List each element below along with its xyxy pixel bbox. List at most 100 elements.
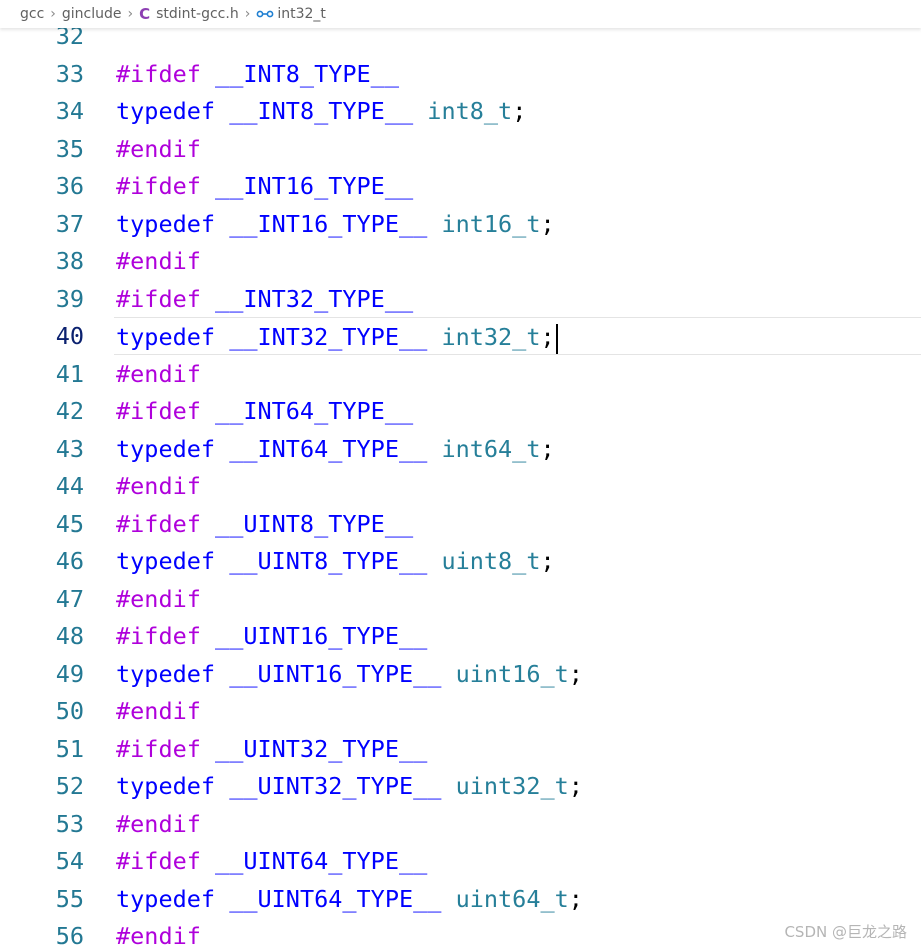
- type-name: int32_t: [441, 323, 541, 351]
- semicolon: ;: [540, 547, 555, 575]
- breadcrumb: gcc › ginclude › C stdint-gcc.h › int32_…: [0, 0, 921, 28]
- code-line[interactable]: 55 typedef __UINT64_TYPE__ uint64_t;: [0, 880, 921, 918]
- code-line[interactable]: 48 #ifdef __UINT16_TYPE__: [0, 617, 921, 655]
- semicolon: ;: [540, 323, 555, 351]
- breadcrumb-item-gcc[interactable]: gcc: [20, 6, 44, 22]
- code-line[interactable]: 56 #endif: [0, 917, 921, 950]
- code-text: typedef __UINT8_TYPE__ uint8_t;: [116, 542, 555, 580]
- code-line[interactable]: 46 typedef __UINT8_TYPE__ uint8_t;: [0, 542, 921, 580]
- preprocessor-directive: #ifdef: [116, 284, 201, 313]
- code-text: #ifdef __UINT8_TYPE__: [116, 505, 413, 543]
- breadcrumb-item-file[interactable]: C stdint-gcc.h: [139, 5, 239, 23]
- code-line[interactable]: 38 #endif: [0, 242, 921, 280]
- code-text: typedef __INT32_TYPE__ int32_t;: [116, 318, 558, 356]
- keyword-typedef: typedef: [116, 97, 216, 125]
- macro-name: __INT32_TYPE__: [229, 323, 428, 351]
- code-text: #endif: [116, 355, 215, 393]
- preprocessor-directive: #ifdef: [116, 397, 201, 425]
- code-line[interactable]: 36 #ifdef __INT16_TYPE__: [0, 167, 921, 205]
- code-line[interactable]: 43 typedef __INT64_TYPE__ int64_t;: [0, 430, 921, 468]
- breadcrumb-item-symbol[interactable]: int32_t: [256, 6, 326, 22]
- code-line[interactable]: 50 #endif: [0, 692, 921, 730]
- code-area: #ifdef __INT8_TYPE__: [114, 55, 921, 91]
- breadcrumb-label: ginclude: [61, 6, 122, 22]
- code-text: #endif: [116, 805, 215, 843]
- preprocessor-directive: #ifdef: [116, 847, 201, 875]
- code-text: #ifdef __INT64_TYPE__: [116, 392, 413, 430]
- keyword-typedef: typedef: [116, 884, 216, 913]
- code-line[interactable]: 47 #endif: [0, 580, 921, 618]
- line-number: 47: [55, 584, 84, 613]
- code-line[interactable]: 49 typedef __UINT16_TYPE__ uint16_t;: [0, 655, 921, 693]
- code-line[interactable]: 51 #ifdef __UINT32_TYPE__: [0, 730, 921, 768]
- code-area: #ifdef __INT16_TYPE__: [114, 167, 921, 203]
- code-area: #ifdef __UINT16_TYPE__: [114, 617, 921, 653]
- code-area: typedef __INT16_TYPE__ int16_t;: [114, 205, 921, 241]
- line-number: 44: [55, 472, 84, 500]
- code-line[interactable]: 39 #ifdef __INT32_TYPE__: [0, 280, 921, 318]
- code-text: typedef __UINT64_TYPE__ uint64_t;: [116, 880, 583, 918]
- line-number: 55: [55, 884, 84, 913]
- code-line[interactable]: 34 typedef __INT8_TYPE__ int8_t;: [0, 92, 921, 130]
- breadcrumb-label: int32_t: [277, 6, 326, 22]
- code-area: #ifdef __UINT32_TYPE__: [114, 730, 921, 766]
- code-text: #ifdef __UINT64_TYPE__: [116, 842, 427, 880]
- code-text: typedef __UINT32_TYPE__ uint32_t;: [116, 767, 583, 805]
- code-text: #ifdef __INT32_TYPE__: [116, 280, 413, 318]
- code-text: #ifdef __UINT16_TYPE__: [116, 617, 427, 655]
- preprocessor-directive: #ifdef: [116, 509, 201, 538]
- chevron-right-icon: ›: [244, 6, 251, 22]
- keyword-typedef: typedef: [116, 209, 216, 238]
- code-line[interactable]: 40 typedef __INT32_TYPE__ int32_t;: [0, 317, 921, 355]
- code-line[interactable]: 53 #endif: [0, 805, 921, 843]
- code-text: typedef __INT16_TYPE__ int16_t;: [116, 205, 555, 243]
- code-editor[interactable]: 32 33 #ifdef __INT8_TYPE__ 34 typedef __INT8…: [0, 17, 921, 950]
- code-text: #ifdef __INT8_TYPE__: [116, 55, 399, 93]
- line-number: 49: [55, 659, 84, 688]
- preprocessor-directive: #endif: [116, 584, 201, 613]
- type-name: uint32_t: [455, 772, 569, 800]
- code-line[interactable]: 52 typedef __UINT32_TYPE__ uint32_t;: [0, 767, 921, 805]
- code-area: #ifdef __INT32_TYPE__: [114, 280, 921, 316]
- code-text: #ifdef __UINT32_TYPE__: [116, 730, 427, 768]
- type-name: int8_t: [427, 97, 513, 125]
- preprocessor-directive: #endif: [116, 247, 201, 275]
- symbol-variable-icon: [256, 10, 274, 18]
- breadcrumb-label: gcc: [20, 6, 45, 22]
- code-area: #endif: [114, 580, 921, 616]
- preprocessor-directive: #endif: [116, 922, 201, 950]
- code-line[interactable]: 42 #ifdef __INT64_TYPE__: [0, 392, 921, 430]
- preprocessor-directive: #ifdef: [116, 172, 201, 200]
- breadcrumb-item-ginclude[interactable]: ginclude: [62, 6, 122, 22]
- macro-name: __UINT32_TYPE__: [215, 734, 428, 763]
- macro-name: __INT8_TYPE__: [215, 59, 399, 88]
- code-area: #endif: [114, 805, 921, 841]
- code-area: typedef __UINT64_TYPE__ uint64_t;: [114, 880, 921, 916]
- code-line[interactable]: 54 #ifdef __UINT64_TYPE__: [0, 842, 921, 880]
- code-text: #endif: [116, 467, 215, 505]
- macro-name: __INT16_TYPE__: [229, 209, 428, 238]
- code-line[interactable]: 45 #ifdef __UINT8_TYPE__: [0, 505, 921, 543]
- macro-name: __INT64_TYPE__: [229, 434, 428, 463]
- line-number: 51: [55, 734, 84, 763]
- macro-name: __INT8_TYPE__: [229, 97, 414, 125]
- line-number: 53: [55, 809, 84, 838]
- code-text: typedef __INT64_TYPE__ int64_t;: [116, 430, 555, 468]
- code-line[interactable]: 35 #endif: [0, 130, 921, 168]
- macro-name: __INT64_TYPE__: [215, 397, 414, 425]
- line-number: 41: [55, 359, 84, 388]
- code-area: typedef __UINT8_TYPE__ uint8_t;: [114, 542, 921, 578]
- code-line[interactable]: 37 typedef __INT16_TYPE__ int16_t;: [0, 205, 921, 243]
- type-name: int16_t: [441, 209, 541, 238]
- code-area: #endif: [114, 242, 921, 278]
- line-number: 40: [55, 322, 84, 350]
- code-line[interactable]: 41 #endif: [0, 355, 921, 393]
- code-area: #ifdef __UINT64_TYPE__: [114, 842, 921, 878]
- code-area: typedef __UINT16_TYPE__ uint16_t;: [114, 655, 921, 691]
- line-number: 46: [55, 547, 84, 575]
- code-line[interactable]: 44 #endif: [0, 467, 921, 505]
- text-cursor: [555, 323, 558, 354]
- semicolon: ;: [540, 434, 555, 463]
- code-line[interactable]: 33 #ifdef __INT8_TYPE__: [0, 55, 921, 93]
- code-area: #ifdef __UINT8_TYPE__: [114, 505, 921, 541]
